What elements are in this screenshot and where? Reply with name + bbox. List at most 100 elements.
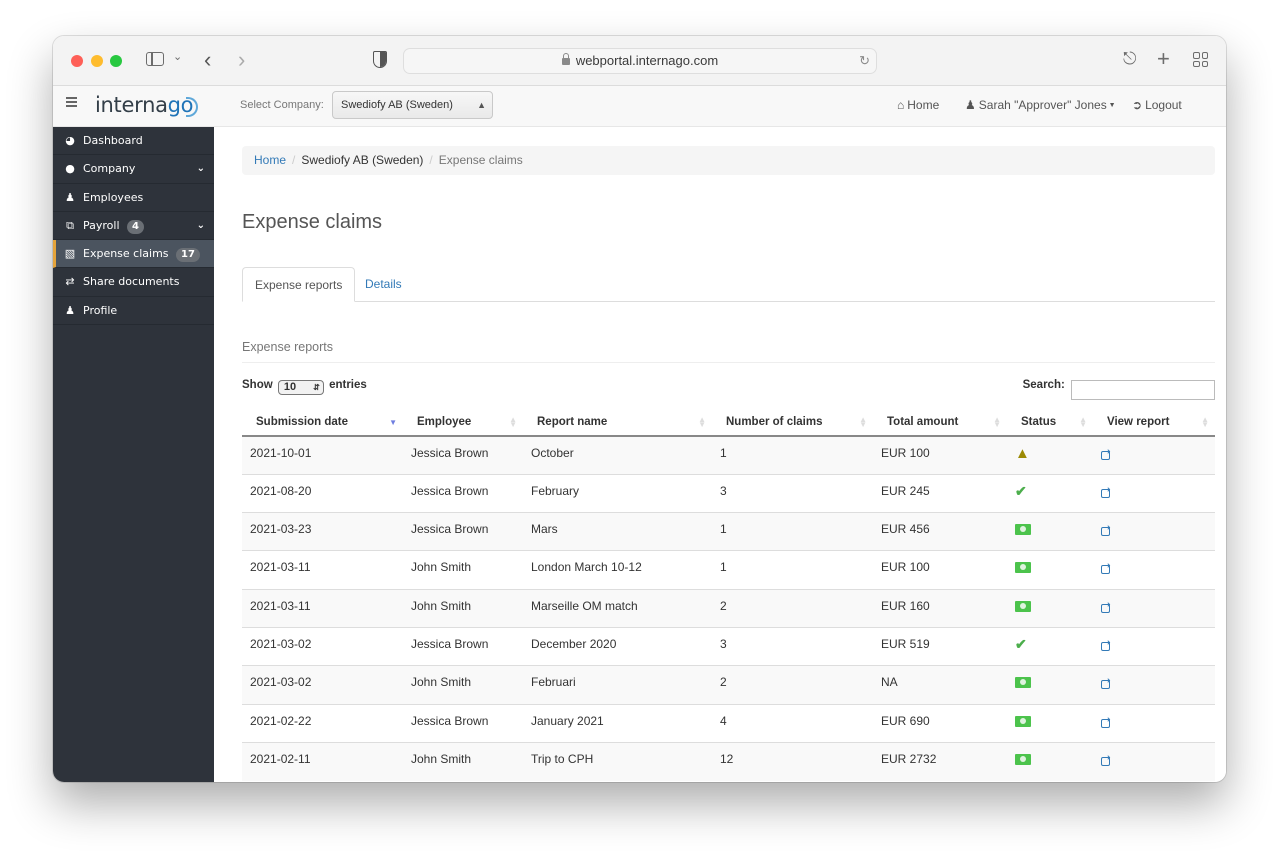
logo[interactable]: internago: [95, 93, 194, 117]
cell-total-amount: EUR 160: [873, 588, 1007, 628]
cell-status: [1007, 512, 1093, 551]
lock-icon: [561, 53, 570, 65]
view-report-icon[interactable]: [1101, 638, 1111, 651]
tab-details[interactable]: Details: [353, 267, 414, 302]
address-bar[interactable]: webportal.internago.com ↻: [403, 48, 877, 74]
table-row[interactable]: 2021-03-11 John Smith Marseille OM match 2 E…: [242, 588, 1215, 628]
nav-home-link[interactable]: ⌂ Home: [897, 98, 939, 112]
user-menu[interactable]: ♟ Sarah "Approver" Jones ▼: [965, 98, 1116, 112]
cell-submission-date: 2021-03-23: [242, 512, 403, 551]
breadcrumb-separator: /: [292, 153, 296, 167]
column-header-status[interactable]: Status ▲ ▼: [1007, 409, 1093, 437]
warning-triangle-icon: ▲: [1015, 445, 1030, 462]
money-icon: [1015, 715, 1031, 727]
maximize-window-button[interactable]: [110, 55, 122, 67]
cell-employee: Jessica Brown: [403, 435, 523, 475]
search-input[interactable]: [1071, 379, 1215, 400]
cell-employee: Jessica Brown: [403, 473, 523, 513]
sidebar-item-share-documents[interactable]: ⇄ Share documents: [53, 268, 214, 297]
tab-expense-reports[interactable]: Expense reports: [242, 267, 356, 302]
divider: [242, 362, 1215, 363]
globe-icon: ●: [65, 162, 75, 176]
sort-both-icon: ▲ ▼: [1201, 415, 1209, 429]
cell-view-report: [1093, 512, 1215, 551]
logout-link[interactable]: ➲ Logout: [1132, 98, 1182, 112]
cell-view-report: [1093, 550, 1215, 590]
tab-overview-icon[interactable]: [1193, 52, 1208, 67]
show-entries-control: Show 10 ⇵ entries: [242, 379, 367, 395]
new-tab-icon[interactable]: +: [1157, 48, 1170, 70]
sidebar-toggle-icon[interactable]: [146, 52, 164, 66]
table-row[interactable]: 2021-03-23 Jessica Brown Mars 1 EUR 456: [242, 512, 1215, 551]
breadcrumb-home[interactable]: Home: [254, 153, 286, 167]
column-header-view-report[interactable]: View report ▲ ▼: [1093, 409, 1215, 437]
user-icon: ♟: [65, 303, 75, 317]
back-icon[interactable]: ‹: [204, 49, 211, 71]
breadcrumb-company[interactable]: Swediofy AB (Sweden): [301, 153, 423, 167]
view-report-icon[interactable]: [1101, 447, 1111, 460]
chevron-down-icon[interactable]: ⌄: [197, 155, 205, 182]
forward-icon[interactable]: ›: [238, 49, 245, 71]
chevron-down-icon[interactable]: ⌄: [197, 212, 205, 239]
expense-claims-badge: 17: [176, 248, 200, 263]
tabs: Expense reports Details: [242, 267, 1215, 302]
view-report-icon[interactable]: [1101, 523, 1111, 537]
close-window-button[interactable]: [71, 55, 83, 67]
cell-number-of-claims: 2: [712, 665, 873, 705]
cell-status: ✔: [1007, 626, 1093, 666]
share-icon[interactable]: ⎋: [1123, 50, 1136, 67]
hamburger-menu-icon[interactable]: [66, 97, 77, 110]
app-header: internago Select Company: Swediofy AB (S…: [53, 86, 1226, 127]
chevron-down-icon[interactable]: ⌄: [173, 52, 182, 63]
sidebar-item-company[interactable]: ● Company ⌄: [53, 155, 214, 184]
view-report-icon[interactable]: [1101, 600, 1111, 613]
cell-total-amount: EUR 519: [873, 626, 1007, 666]
table-body: 2021-10-01Jessica BrownOctober1EUR 100▲2…: [242, 435, 1215, 781]
table-row[interactable]: 2021-03-11 John Smith London March 10-12 1 E…: [242, 550, 1215, 590]
column-header-number-of-claims[interactable]: Number of claims ▲ ▼: [712, 409, 873, 437]
view-report-icon[interactable]: [1101, 753, 1111, 766]
expense-reports-table: Submission date ▼ Employee ▲ ▼ Report name ▲…: [242, 409, 1215, 781]
entries-select[interactable]: 10 ⇵: [277, 380, 324, 395]
table-row[interactable]: 2021-10-01 Jessica Brown October 1 EUR 100 ▲: [242, 435, 1215, 475]
company-select[interactable]: Swediofy AB (Sweden) ▲: [332, 91, 493, 119]
table-row[interactable]: 2021-02-22 Jessica Brown January 2021 4 EUR …: [242, 703, 1215, 743]
sidebar-item-profile[interactable]: ♟ Profile: [53, 297, 214, 326]
cell-number-of-claims: 1: [712, 550, 873, 590]
cell-status: ▲: [1007, 435, 1093, 475]
cell-view-report: [1093, 435, 1215, 475]
column-header-report-name[interactable]: Report name ▲ ▼: [523, 409, 712, 437]
cell-status: ✔: [1007, 473, 1093, 513]
sidebar-item-employees[interactable]: ♟ Employees: [53, 184, 214, 212]
view-report-icon[interactable]: [1101, 715, 1111, 728]
table-row[interactable]: 2021-08-20 Jessica Brown February 3 EUR 245 ✔: [242, 473, 1215, 513]
breadcrumb: Home / Swediofy AB (Sweden) / Expense claims: [242, 146, 1215, 175]
sidebar-item-expense-claims[interactable]: ▧ Expense claims 17: [53, 240, 214, 269]
sidebar-item-payroll[interactable]: ⧉ Payroll 4 ⌄: [53, 212, 214, 241]
cell-report-name: October: [523, 435, 712, 475]
sidebar-item-dashboard[interactable]: ◕ Dashboard: [53, 127, 214, 156]
cell-report-name: February: [523, 473, 712, 513]
view-report-icon[interactable]: [1101, 485, 1111, 498]
view-report-icon[interactable]: [1101, 561, 1111, 575]
privacy-shield-icon[interactable]: [373, 51, 387, 68]
cell-report-name: January 2021: [523, 703, 712, 743]
column-header-submission-date[interactable]: Submission date ▼: [242, 409, 403, 437]
cell-employee: John Smith: [403, 588, 523, 628]
cell-status: [1007, 550, 1093, 590]
cell-number-of-claims: 1: [712, 435, 873, 475]
cell-report-name: Mars: [523, 512, 712, 551]
breadcrumb-current: Expense claims: [438, 153, 523, 167]
table-row[interactable]: 2021-02-11 John Smith Trip to CPH 12 EUR 273…: [242, 741, 1215, 781]
column-header-total-amount[interactable]: Total amount ▲ ▼: [873, 409, 1007, 437]
cell-status: [1007, 741, 1093, 781]
minimize-window-button[interactable]: [91, 55, 103, 67]
cell-submission-date: 2021-03-11: [242, 550, 403, 590]
table-row[interactable]: 2021-03-02 Jessica Brown December 2020 3 EUR…: [242, 626, 1215, 666]
reload-icon[interactable]: ↻: [859, 49, 870, 73]
column-header-employee[interactable]: Employee ▲ ▼: [403, 409, 523, 437]
view-report-icon[interactable]: [1101, 676, 1111, 690]
logout-icon: ➲: [1132, 98, 1143, 112]
table-row[interactable]: 2021-03-02 John Smith Februari 2 NA: [242, 665, 1215, 705]
cell-total-amount: EUR 100: [873, 435, 1007, 475]
